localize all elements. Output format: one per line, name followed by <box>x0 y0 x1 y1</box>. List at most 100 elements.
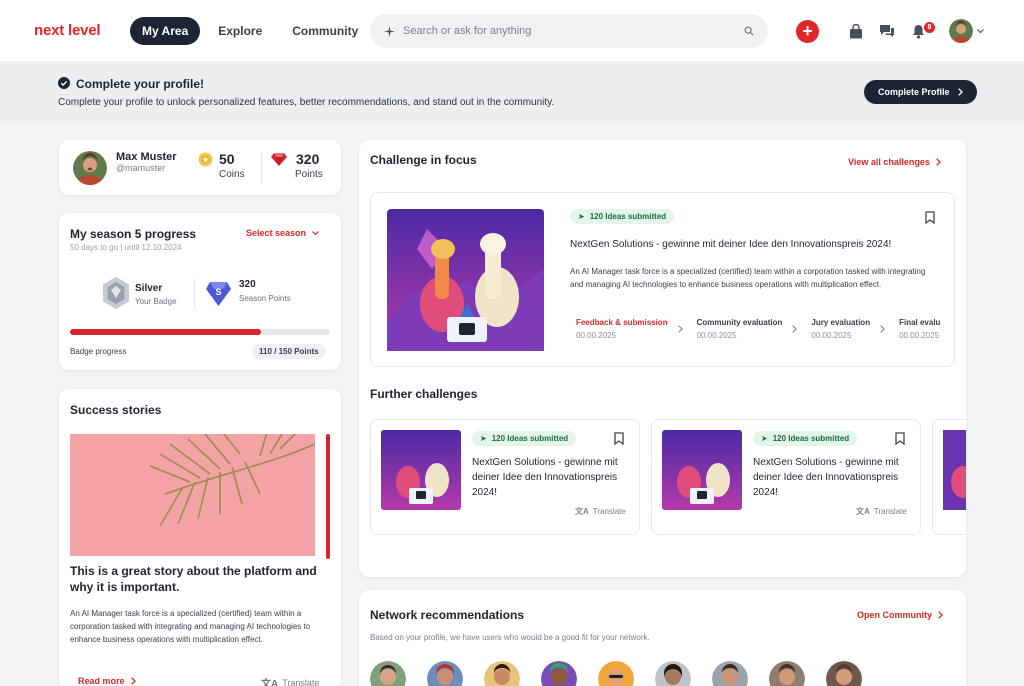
translate-icon: 文A <box>575 507 589 516</box>
complete-profile-button[interactable]: Complete Profile <box>864 80 977 104</box>
translate-icon: 文A <box>261 679 279 686</box>
chevron-down-icon <box>977 28 984 33</box>
story-image[interactable] <box>70 434 315 556</box>
notification-count-badge: 8 <box>924 22 935 33</box>
story-title[interactable]: This is a great story about the platform… <box>70 563 320 595</box>
nav-my-area[interactable]: My Area <box>130 17 201 45</box>
app-logo[interactable]: next level <box>34 22 101 39</box>
stories-title: Success stories <box>70 403 162 417</box>
user-avatar <box>949 19 973 43</box>
user-avatar[interactable] <box>484 661 520 686</box>
translate-button[interactable]: 文A Translate <box>261 675 319 686</box>
ideas-submitted-tag: ➤ 120 Ideas submitted <box>753 431 858 446</box>
challenge-card-peek[interactable] <box>932 419 966 535</box>
badge-progress-fill <box>70 329 261 335</box>
story-text: An AI Manager task force is a specialize… <box>70 609 311 644</box>
profile-card: Max Muster @mamuster 50 Coins 320 Points <box>59 140 341 195</box>
ideas-submitted-tag: ➤ 120 Ideas submitted <box>570 209 675 224</box>
phase-date: 00.00.2025 <box>811 331 852 340</box>
read-more-link[interactable]: Read more <box>78 676 136 686</box>
challenge-image[interactable] <box>387 209 544 351</box>
search-input[interactable] <box>403 25 736 37</box>
phase-date: 00.00.2025 <box>696 331 737 340</box>
user-avatar[interactable] <box>598 661 634 686</box>
sparkle-icon <box>384 25 395 37</box>
ruby-icon <box>271 153 287 166</box>
chevron-right-icon <box>957 88 963 96</box>
focus-title: Challenge in focus <box>370 153 477 167</box>
create-button[interactable]: + <box>796 20 819 43</box>
challenge-title[interactable]: NextGen Solutions - gewinne mit deiner I… <box>753 455 903 500</box>
bookmark-icon[interactable] <box>925 211 935 224</box>
phase-item[interactable]: Feedback & submission 00.00.2025 <box>576 318 683 340</box>
search-bar[interactable] <box>370 14 768 48</box>
challenge-card[interactable]: ➤ 120 Ideas submitted NextGen Solutions -… <box>370 419 640 535</box>
phase-item[interactable]: Jury evaluation 00.00.2025 <box>811 318 885 340</box>
profile-avatar[interactable] <box>73 151 107 185</box>
main-nav: My Area Explore Community <box>130 17 370 45</box>
profile-completion-banner: Complete your profile! Complete your pro… <box>0 63 1024 122</box>
phase-item[interactable]: Final evalu 00.00.2025 <box>899 318 940 340</box>
user-avatar[interactable] <box>427 661 463 686</box>
shop-bag-icon[interactable] <box>847 22 865 40</box>
chevron-right-icon <box>938 611 943 619</box>
phase-label: Jury evaluation <box>811 318 871 327</box>
phase-label: Community evaluation <box>696 318 783 327</box>
network-title: Network recommendations <box>370 608 525 622</box>
user-avatar[interactable] <box>712 661 748 686</box>
chevron-right-icon <box>880 325 885 333</box>
stories-scrollbar[interactable] <box>326 434 330 559</box>
network-subtitle: Based on your profile, we have users who… <box>370 633 650 642</box>
ideas-submitted-label: 120 Ideas submitted <box>589 212 667 221</box>
user-avatar[interactable] <box>370 661 406 686</box>
season-points-value: 320 <box>239 279 256 290</box>
bookmark-icon[interactable] <box>895 432 905 445</box>
ideas-submitted-label: 120 Ideas submitted <box>491 434 569 443</box>
ideas-submitted-label: 120 Ideas submitted <box>772 434 850 443</box>
bookmark-icon[interactable] <box>614 432 624 445</box>
coins-label: Coins <box>219 169 245 180</box>
challenge-title[interactable]: NextGen Solutions - gewinne mit deiner I… <box>472 455 622 500</box>
ideas-submitted-tag: ➤ 120 Ideas submitted <box>472 431 577 446</box>
success-stories-card: Success stories This is a great story ab… <box>59 389 341 686</box>
chat-icon[interactable] <box>878 22 896 40</box>
challenge-title[interactable]: NextGen Solutions - gewinne mit deiner I… <box>570 239 940 250</box>
user-avatar[interactable] <box>826 661 862 686</box>
badge-name: Silver <box>135 283 163 294</box>
user-avatar[interactable] <box>769 661 805 686</box>
phase-date: 00.00.2025 <box>899 331 940 340</box>
challenge-thumbnail <box>943 430 966 510</box>
translate-label: Translate <box>282 677 320 686</box>
challenge-description: An AI Manager task force is a specialize… <box>570 267 926 289</box>
read-more-label: Read more <box>78 676 125 686</box>
season-progress-card: My season 5 progress 50 days to go | unt… <box>59 213 341 370</box>
phase-date: 00.00.2025 <box>576 331 617 340</box>
coin-icon <box>198 152 213 167</box>
badge-progress-label: Badge progress <box>70 347 127 356</box>
translate-button[interactable]: 文A Translate <box>575 506 626 517</box>
view-all-challenges-link[interactable]: View all challenges <box>848 157 941 167</box>
user-avatar[interactable] <box>655 661 691 686</box>
divider <box>261 152 262 182</box>
search-icon[interactable] <box>744 26 754 36</box>
challenge-card[interactable]: ➤ 120 Ideas submitted NextGen Solutions -… <box>651 419 921 535</box>
phase-label: Feedback & submission <box>576 318 668 327</box>
challenge-thumbnail[interactable] <box>662 430 742 510</box>
open-community-link[interactable]: Open Community <box>857 610 943 620</box>
user-menu[interactable] <box>949 19 984 43</box>
nav-community[interactable]: Community <box>280 17 370 45</box>
silver-badge-icon <box>103 277 129 309</box>
focus-challenge-card[interactable]: ➤ 120 Ideas submitted NextGen Solutions … <box>370 192 955 367</box>
user-avatar[interactable] <box>541 661 577 686</box>
points-label: Points <box>295 169 323 180</box>
phase-item[interactable]: Community evaluation 00.00.2025 <box>697 318 798 340</box>
complete-profile-label: Complete Profile <box>878 87 950 97</box>
chevron-down-icon <box>312 230 319 235</box>
nav-explore[interactable]: Explore <box>206 17 274 45</box>
select-season-dropdown[interactable]: Select season <box>246 228 319 238</box>
points-value: 320 <box>296 151 320 167</box>
divider <box>194 279 195 309</box>
translate-button[interactable]: 文A Translate <box>856 506 907 517</box>
season-subtitle: 50 days to go | until 12.10.2024 <box>70 243 182 252</box>
challenge-thumbnail[interactable] <box>381 430 461 510</box>
